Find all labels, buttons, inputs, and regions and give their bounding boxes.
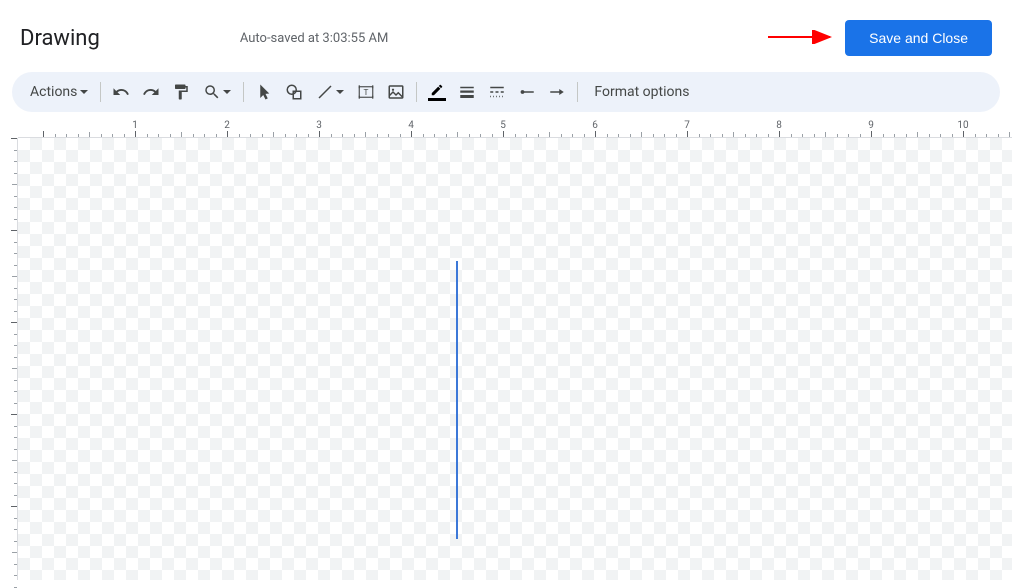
line-weight-icon <box>458 83 476 101</box>
cursor-icon <box>255 83 273 101</box>
pen-icon <box>429 83 445 97</box>
separator <box>577 82 578 102</box>
image-icon <box>387 83 405 101</box>
line-icon <box>316 83 334 101</box>
caret-down-icon <box>336 90 344 94</box>
line-dash-icon <box>488 83 506 101</box>
border-dash-tool[interactable] <box>483 78 511 106</box>
separator <box>416 82 417 102</box>
autosave-status: Auto-saved at 3:03:55 AM <box>240 31 389 46</box>
actions-label: Actions <box>30 84 77 100</box>
redo-button[interactable] <box>137 78 165 106</box>
shapes-icon <box>285 83 303 101</box>
border-color-tool[interactable] <box>423 78 451 106</box>
line-tool[interactable] <box>310 78 350 106</box>
dialog-title: Drawing <box>20 26 100 51</box>
line-start-tool[interactable] <box>513 78 541 106</box>
text-box-icon: T <box>357 83 375 101</box>
horizontal-ruler: 12345678910 <box>18 120 1012 138</box>
select-tool[interactable] <box>250 78 278 106</box>
border-weight-tool[interactable] <box>453 78 481 106</box>
shape-tool[interactable] <box>280 78 308 106</box>
caret-down-icon <box>80 90 88 94</box>
redo-icon <box>142 83 160 101</box>
line-end-tool[interactable] <box>543 78 571 106</box>
image-tool[interactable] <box>382 78 410 106</box>
toolbar: Actions T <box>12 72 1000 112</box>
drawn-vertical-line[interactable] <box>456 261 458 539</box>
save-and-close-button[interactable]: Save and Close <box>845 20 992 56</box>
line-start-icon <box>518 83 536 101</box>
zoom-icon <box>203 83 221 101</box>
drawing-canvas[interactable] <box>18 138 1012 580</box>
undo-icon <box>112 83 130 101</box>
separator <box>100 82 101 102</box>
format-options-button[interactable]: Format options <box>584 80 699 104</box>
undo-button[interactable] <box>107 78 135 106</box>
separator <box>243 82 244 102</box>
text-box-tool[interactable]: T <box>352 78 380 106</box>
caret-down-icon <box>223 90 231 94</box>
color-swatch <box>428 98 446 101</box>
vertical-ruler <box>0 138 18 580</box>
paint-roller-icon <box>172 83 190 101</box>
line-end-icon <box>548 83 566 101</box>
svg-text:T: T <box>364 88 369 98</box>
zoom-menu[interactable] <box>197 78 237 106</box>
actions-menu[interactable]: Actions <box>24 80 94 104</box>
paint-format-button[interactable] <box>167 78 195 106</box>
